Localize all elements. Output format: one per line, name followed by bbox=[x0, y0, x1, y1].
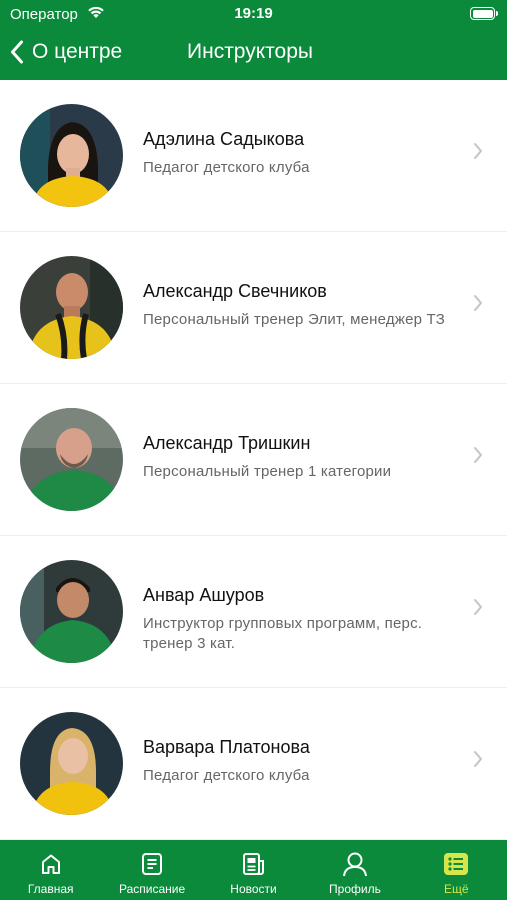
tab-more[interactable]: Ещё bbox=[406, 840, 507, 900]
chevron-right-icon bbox=[474, 295, 482, 311]
instructor-list[interactable]: Адэлина Садыкова Педагог детского клуба … bbox=[0, 80, 507, 840]
instructor-row[interactable]: Адэлина Садыкова Педагог детского клуба bbox=[0, 80, 507, 232]
home-icon bbox=[39, 850, 63, 878]
chevron-right-icon bbox=[474, 751, 482, 767]
more-icon bbox=[444, 850, 469, 878]
tab-label: Расписание bbox=[119, 882, 186, 896]
page-title: Инструкторы bbox=[187, 40, 314, 63]
tab-home[interactable]: Главная bbox=[0, 840, 101, 900]
back-button-label: О центре bbox=[32, 40, 123, 63]
avatar bbox=[20, 104, 123, 207]
avatar bbox=[20, 408, 123, 511]
tab-profile[interactable]: Профиль bbox=[304, 840, 405, 900]
instructor-role: Персональный тренер Элит, менеджер ТЗ bbox=[143, 311, 445, 328]
avatar bbox=[20, 712, 123, 815]
status-bar: Оператор 19:19 bbox=[0, 0, 507, 28]
chevron-right-icon bbox=[474, 599, 482, 615]
instructor-role: Педагог детского клуба bbox=[143, 767, 310, 784]
tab-schedule[interactable]: Расписание bbox=[101, 840, 202, 900]
instructor-name: Адэлина Садыкова bbox=[143, 129, 305, 149]
instructor-role: Инструктор групповых программ, перс. тре… bbox=[143, 615, 423, 652]
chevron-right-icon bbox=[474, 447, 482, 463]
chevron-right-icon bbox=[474, 143, 482, 159]
tab-label: Ещё bbox=[444, 882, 469, 896]
battery-icon bbox=[470, 7, 498, 20]
tab-label: Главная bbox=[27, 882, 74, 896]
avatar bbox=[20, 256, 123, 359]
instructor-name: Анвар Ашуров bbox=[143, 585, 265, 605]
instructor-row[interactable]: Александр Тришкин Персональный тренер 1 … bbox=[0, 384, 507, 536]
instructor-name: Варвара Платонова bbox=[143, 737, 310, 757]
instructor-role: Персональный тренер 1 категории bbox=[143, 463, 392, 480]
profile-icon bbox=[342, 850, 368, 878]
navigation-bar: О центре Инструкторы bbox=[0, 30, 507, 76]
tab-bar: Главная Расписание Новости Профиль Ещё bbox=[0, 840, 507, 900]
avatar bbox=[20, 560, 123, 663]
instructor-name: Александр Свечников bbox=[143, 281, 327, 301]
instructor-row[interactable]: Анвар Ашуров Инструктор групповых програ… bbox=[0, 536, 507, 688]
instructor-role: Педагог детского клуба bbox=[143, 159, 310, 176]
tab-news[interactable]: Новости bbox=[203, 840, 304, 900]
back-button[interactable]: О центре bbox=[10, 34, 122, 70]
instructor-row[interactable]: Варвара Платонова Педагог детского клуба bbox=[0, 688, 507, 840]
news-icon bbox=[242, 850, 266, 878]
instructor-row[interactable]: Александр Свечников Персональный тренер … bbox=[0, 232, 507, 384]
chevron-left-icon bbox=[11, 40, 23, 64]
tab-label: Новости bbox=[230, 882, 277, 896]
schedule-icon bbox=[141, 850, 163, 878]
clock: 19:19 bbox=[234, 5, 273, 22]
header: Оператор 19:19 О центре Инструкторы bbox=[0, 0, 507, 80]
tab-label: Профиль bbox=[329, 882, 381, 896]
instructor-name: Александр Тришкин bbox=[143, 433, 311, 453]
